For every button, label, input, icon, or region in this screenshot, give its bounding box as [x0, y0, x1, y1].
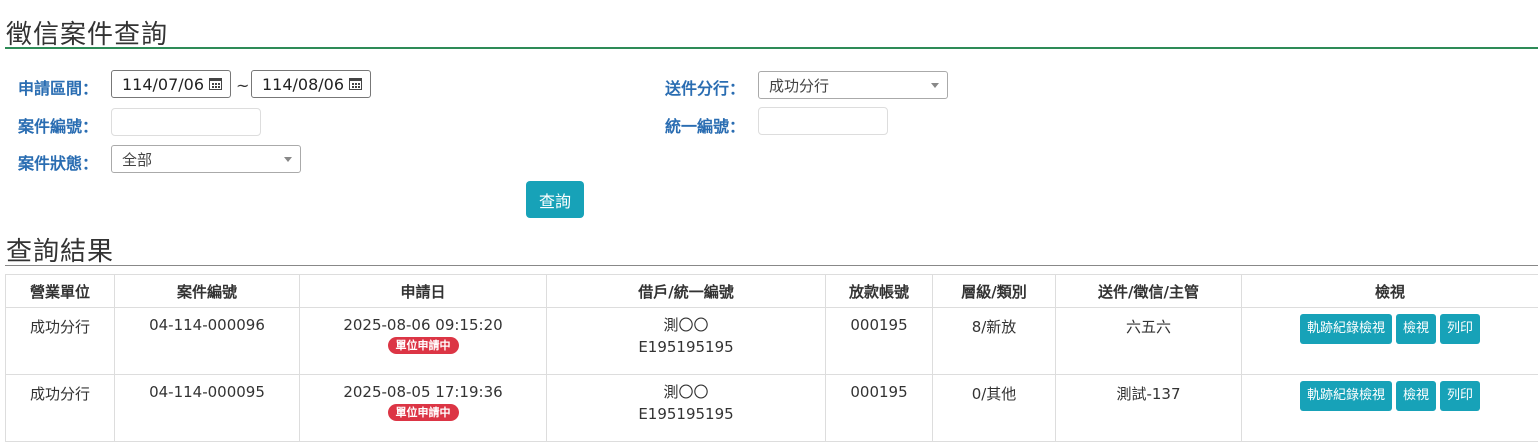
- actions-cell: 軌跡紀錄檢視 檢視 列印: [1242, 308, 1538, 375]
- case-no-cell: 04-114-000095: [115, 375, 300, 442]
- status-badge: 單位申請中: [388, 404, 459, 421]
- date-to-input[interactable]: 114/08/06: [251, 70, 371, 98]
- apply-date: 2025-08-05 17:19:36: [300, 383, 546, 401]
- case-no-input[interactable]: [111, 108, 261, 136]
- chevron-down-icon: [284, 157, 292, 162]
- status-label: 案件狀態：: [18, 150, 98, 174]
- borrower-name: 測〇〇: [547, 381, 825, 403]
- view-button[interactable]: 檢視: [1396, 314, 1436, 344]
- level-category-cell: 8/新放: [933, 308, 1056, 375]
- apply-date: 2025-08-06 09:15:20: [300, 316, 546, 334]
- print-button[interactable]: 列印: [1440, 381, 1480, 411]
- chevron-down-icon: [931, 83, 939, 88]
- calendar-icon[interactable]: [209, 78, 222, 90]
- column-header: 申請日: [300, 275, 547, 308]
- send-branch-label: 送件分行：: [665, 75, 745, 99]
- borrower-tax-id: E195195195: [547, 403, 825, 425]
- borrower-cell: 測〇〇 E195195195: [547, 308, 826, 375]
- apply-date-cell: 2025-08-06 09:15:20 單位申請中: [300, 308, 547, 375]
- column-header: 案件編號: [115, 275, 300, 308]
- view-button[interactable]: 檢視: [1396, 381, 1436, 411]
- results-title: 查詢結果: [6, 231, 114, 268]
- tax-id-label: 統一編號：: [665, 113, 745, 137]
- page: 徵信案件查詢 申請區間： 114/07/06 ~ 114/08/06 送件分行：…: [0, 0, 1538, 417]
- actions-cell: 軌跡紀錄檢視 檢視 列印: [1242, 375, 1538, 442]
- staff-cell: 六五六: [1056, 308, 1242, 375]
- print-button[interactable]: 列印: [1440, 314, 1480, 344]
- date-to-value: 114/08/06: [262, 75, 344, 94]
- send-branch-value: 成功分行: [769, 75, 829, 96]
- borrower-cell: 測〇〇 E195195195: [547, 375, 826, 442]
- results-divider: [5, 265, 1538, 266]
- loan-account-cell: 000195: [826, 375, 933, 442]
- borrower-tax-id: E195195195: [547, 336, 825, 358]
- status-badge: 單位申請中: [388, 337, 459, 354]
- date-separator: ~: [236, 76, 249, 95]
- loan-account-cell: 000195: [826, 308, 933, 375]
- calendar-icon[interactable]: [349, 78, 362, 90]
- column-header: 借戶/統一編號: [547, 275, 826, 308]
- tax-id-input[interactable]: [758, 107, 888, 135]
- unit-cell: 成功分行: [6, 308, 115, 375]
- column-header: 營業單位: [6, 275, 115, 308]
- apply-date-cell: 2025-08-05 17:19:36 單位申請中: [300, 375, 547, 442]
- case-no-label: 案件編號：: [18, 113, 98, 137]
- trace-log-view-button[interactable]: 軌跡紀錄檢視: [1300, 314, 1392, 344]
- date-from-input[interactable]: 114/07/06: [111, 70, 231, 98]
- trace-log-view-button[interactable]: 軌跡紀錄檢視: [1300, 381, 1392, 411]
- borrower-name: 測〇〇: [547, 314, 825, 336]
- status-select[interactable]: 全部: [111, 145, 301, 173]
- send-branch-select[interactable]: 成功分行: [758, 71, 948, 99]
- staff-cell: 測試-137: [1056, 375, 1242, 442]
- column-header: 送件/徵信/主管: [1056, 275, 1242, 308]
- unit-cell: 成功分行: [6, 375, 115, 442]
- status-value: 全部: [122, 149, 152, 170]
- date-from-value: 114/07/06: [122, 75, 204, 94]
- title-divider: [5, 47, 1538, 49]
- level-category-cell: 0/其他: [933, 375, 1056, 442]
- column-header: 層級/類別: [933, 275, 1056, 308]
- table-row: 成功分行 04-114-000096 2025-08-06 09:15:20 單…: [6, 308, 1538, 375]
- case-no-cell: 04-114-000096: [115, 308, 300, 375]
- query-button[interactable]: 查詢: [526, 181, 584, 218]
- table-header-row: 營業單位 案件編號 申請日 借戶/統一編號 放款帳號 層級/類別 送件/徵信/主…: [6, 275, 1538, 308]
- table-row: 成功分行 04-114-000095 2025-08-05 17:19:36 單…: [6, 375, 1538, 442]
- column-header: 放款帳號: [826, 275, 933, 308]
- apply-period-label: 申請區間：: [18, 75, 98, 99]
- page-title: 徵信案件查詢: [6, 14, 168, 51]
- column-header: 檢視: [1242, 275, 1538, 308]
